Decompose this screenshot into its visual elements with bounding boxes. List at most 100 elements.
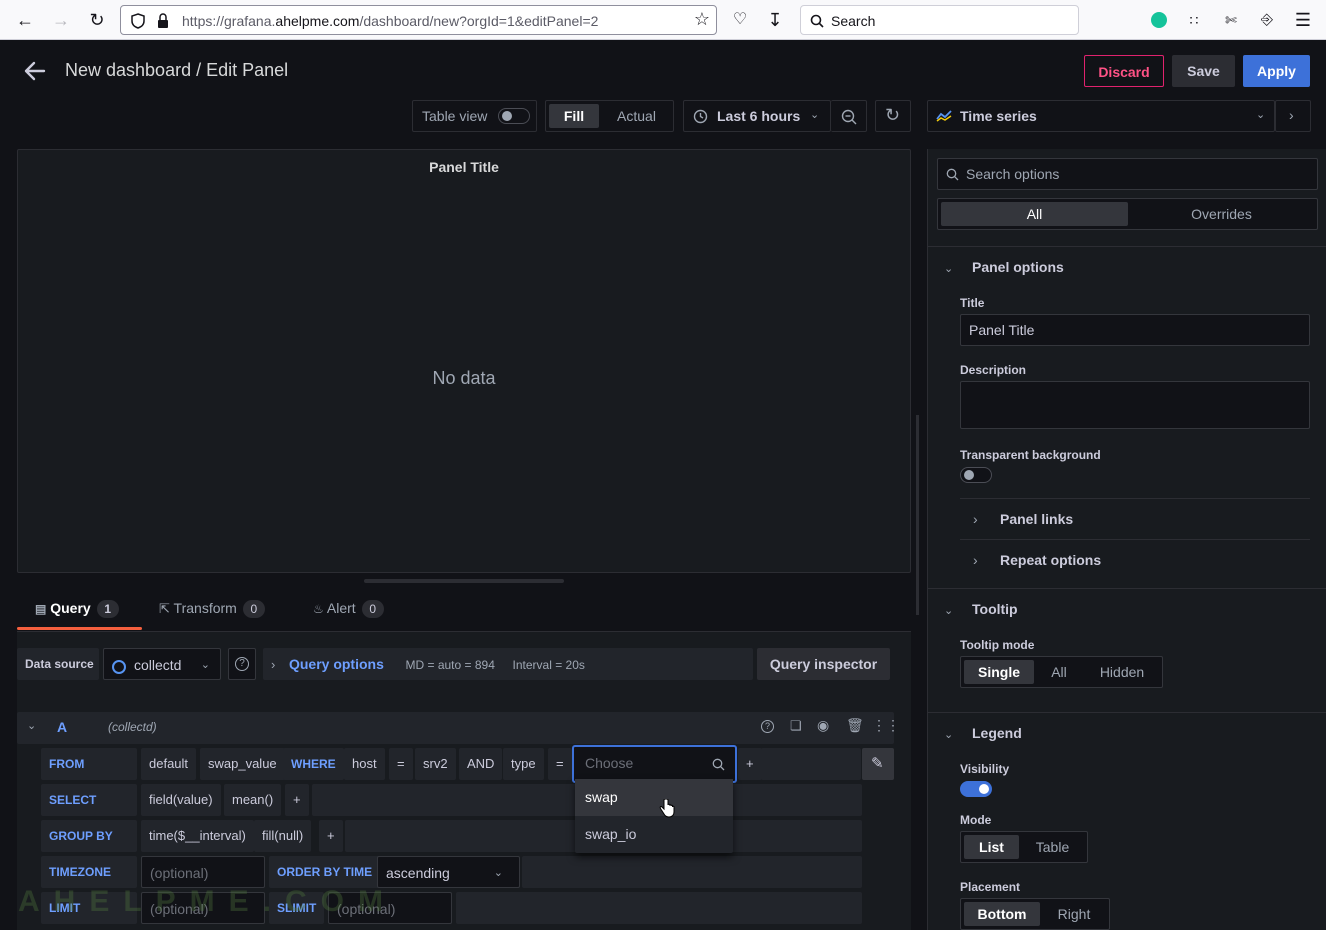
- group-by-fill[interactable]: fill(null): [254, 820, 312, 852]
- tab-overrides[interactable]: Overrides: [1128, 202, 1315, 226]
- pocket-icon[interactable]: ♡: [728, 8, 752, 32]
- tab-query[interactable]: ▤ Query 1: [35, 600, 119, 618]
- legend-section-title[interactable]: Legend: [972, 725, 1022, 741]
- title-input[interactable]: Panel Title: [960, 314, 1310, 346]
- raw-query-toggle[interactable]: ✎: [862, 748, 894, 780]
- tooltip-mode-hidden[interactable]: Hidden: [1085, 660, 1159, 684]
- tab-alert[interactable]: ♨ Alert 0: [313, 600, 384, 618]
- transparent-background-toggle[interactable]: [960, 467, 992, 483]
- order-by-select[interactable]: ascending ⌄: [377, 856, 520, 888]
- select-field[interactable]: field(value): [141, 784, 221, 816]
- dropdown-option-swap-io[interactable]: swap_io: [575, 816, 733, 853]
- dropdown-option-swap[interactable]: swap: [575, 779, 733, 816]
- eye-icon[interactable]: ◉: [817, 717, 829, 734]
- description-textarea[interactable]: [960, 381, 1310, 429]
- fill-option[interactable]: Fill: [549, 104, 599, 128]
- legend-placement-right[interactable]: Right: [1041, 902, 1107, 926]
- legend-visibility-toggle[interactable]: [960, 781, 992, 797]
- panel-title[interactable]: Panel Title: [18, 159, 910, 175]
- datasource-picker[interactable]: collectd ⌄: [103, 648, 221, 680]
- timezone-input[interactable]: (optional): [141, 856, 265, 888]
- query-ref-id[interactable]: A: [57, 719, 67, 735]
- url-bar[interactable]: https://grafana.ahelpme.com/dashboard/ne…: [120, 5, 717, 35]
- repeat-options-section[interactable]: Repeat options: [1000, 552, 1101, 568]
- duplicate-icon[interactable]: ❏: [790, 718, 802, 734]
- download-icon[interactable]: ↧: [763, 8, 787, 32]
- forward-icon[interactable]: →: [49, 8, 73, 32]
- refresh-button[interactable]: ↻: [875, 100, 911, 132]
- chevron-down-icon[interactable]: ⌄: [944, 604, 953, 617]
- query-inspector-button[interactable]: Query inspector: [757, 648, 890, 680]
- tag-operator[interactable]: =: [548, 748, 572, 780]
- apply-button[interactable]: Apply: [1243, 55, 1310, 87]
- bookmark-star-icon[interactable]: ☆: [694, 9, 710, 30]
- time-range-picker[interactable]: Last 6 hours ⌄: [683, 100, 831, 132]
- screenshot-extension-icon[interactable]: ✄: [1219, 8, 1243, 32]
- back-icon[interactable]: ←: [13, 8, 37, 32]
- trash-icon[interactable]: 🗑: [846, 717, 864, 734]
- chevron-right-icon: ›: [1289, 107, 1294, 123]
- add-group-by-button[interactable]: +: [319, 820, 343, 852]
- grammarly-extension-icon[interactable]: [1151, 12, 1167, 28]
- tooltip-section-title[interactable]: Tooltip: [972, 601, 1018, 617]
- extension-icon[interactable]: ∷: [1182, 8, 1206, 32]
- tag-value-srv2[interactable]: srv2: [415, 748, 456, 780]
- group-by-keyword: GROUP BY: [41, 820, 137, 852]
- actual-option[interactable]: Actual: [604, 104, 669, 128]
- collapse-chevron-icon[interactable]: ⌄: [27, 719, 36, 732]
- reload-icon[interactable]: ↻: [85, 8, 109, 32]
- title-label: Title: [960, 296, 985, 310]
- zoom-out-button[interactable]: [831, 100, 867, 132]
- menu-icon[interactable]: ☰: [1291, 8, 1315, 32]
- chevron-right-icon[interactable]: ›: [973, 552, 978, 568]
- tag-key-type[interactable]: type: [503, 748, 544, 780]
- where-keyword: WHERE: [283, 748, 344, 780]
- add-select-button[interactable]: +: [285, 784, 309, 816]
- chevron-right-icon[interactable]: ›: [973, 511, 978, 527]
- browser-search-input[interactable]: Search: [800, 5, 1079, 35]
- tab-transform[interactable]: ⇱ Transform 0: [159, 600, 265, 618]
- save-button[interactable]: Save: [1172, 55, 1235, 87]
- tag-key-host[interactable]: host: [344, 748, 385, 780]
- add-tag-button[interactable]: +: [738, 748, 762, 780]
- legend-placement-bottom[interactable]: Bottom: [964, 902, 1040, 926]
- query-options-bar[interactable]: › Query options MD = auto = 894 Interval…: [263, 648, 753, 680]
- discard-button[interactable]: Discard: [1084, 55, 1164, 87]
- back-arrow-icon[interactable]: [24, 61, 46, 81]
- alert-count-badge: 0: [361, 600, 384, 618]
- help-icon[interactable]: ?: [761, 720, 774, 733]
- order-by-keyword: ORDER BY TIME: [269, 856, 381, 888]
- legend-mode-table[interactable]: Table: [1021, 835, 1084, 859]
- interval-text: Interval = 20s: [512, 658, 585, 672]
- timezone-row-filler: [522, 856, 862, 888]
- panel-links-section[interactable]: Panel links: [1000, 511, 1073, 527]
- tooltip-mode-all[interactable]: All: [1035, 660, 1083, 684]
- chevron-down-icon[interactable]: ⌄: [944, 728, 953, 741]
- and-keyword[interactable]: AND: [459, 748, 503, 780]
- search-options-input[interactable]: Search options: [937, 158, 1318, 190]
- table-view-switch[interactable]: [498, 108, 530, 124]
- tooltip-mode-single[interactable]: Single: [964, 660, 1034, 684]
- vertical-scrollbar[interactable]: [916, 415, 919, 615]
- collapse-options-button[interactable]: ›: [1275, 100, 1311, 132]
- chevron-down-icon[interactable]: ⌄: [944, 262, 953, 275]
- panel-options-title[interactable]: Panel options: [972, 259, 1064, 275]
- panel-preview: Panel Title No data: [17, 149, 911, 573]
- legend-mode-list[interactable]: List: [964, 835, 1019, 859]
- group-by-time[interactable]: time($__interval): [141, 820, 254, 852]
- tag-value-input[interactable]: Choose: [572, 745, 737, 783]
- options-pane: Search options All Overrides ⌄ Panel opt…: [927, 149, 1326, 930]
- visualization-picker[interactable]: Time series ⌄: [927, 100, 1275, 132]
- browser-toolbar: ← → ↻ https://grafana.ahelpme.com/dashbo…: [0, 0, 1326, 40]
- select-function[interactable]: mean(): [224, 784, 282, 816]
- extensions-puzzle-icon[interactable]: ⎆: [1255, 8, 1279, 32]
- tab-all-options[interactable]: All: [941, 202, 1128, 226]
- datasource-help-button[interactable]: ?: [228, 648, 256, 680]
- datasource-icon: [112, 659, 126, 674]
- tag-operator[interactable]: =: [389, 748, 413, 780]
- table-view-toggle[interactable]: Table view: [412, 100, 537, 132]
- retention-policy[interactable]: default: [141, 748, 197, 780]
- measurement[interactable]: swap_value: [200, 748, 285, 780]
- resize-handle[interactable]: [364, 579, 564, 583]
- drag-handle-icon[interactable]: ⋮⋮: [872, 717, 900, 734]
